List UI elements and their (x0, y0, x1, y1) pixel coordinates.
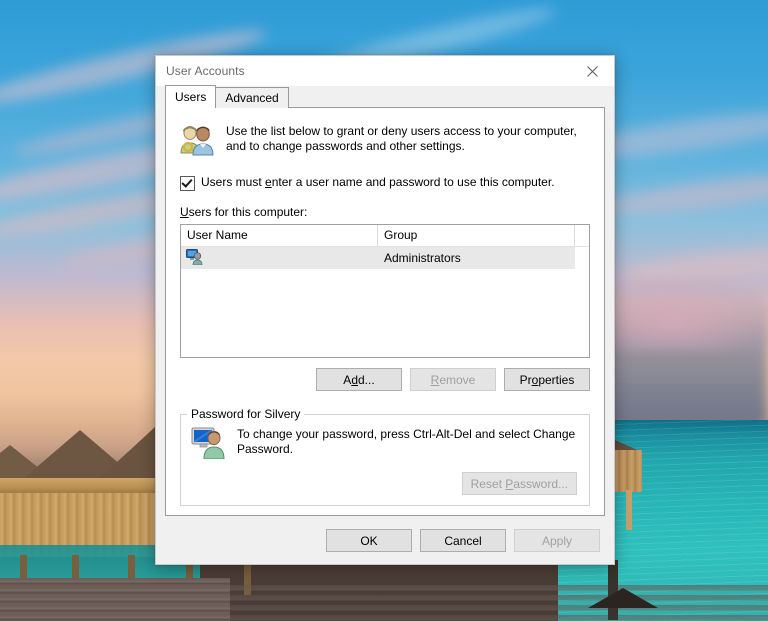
list-actions: Add... Remove Properties (166, 358, 604, 391)
hut-post (626, 490, 632, 530)
pier-post (608, 560, 618, 620)
cloud-streak (599, 165, 768, 221)
users-list-header: User Name Group (181, 225, 589, 247)
users-with-key-icon (178, 122, 216, 159)
users-list-label-accel: U (180, 205, 189, 219)
user-computer-icon (191, 425, 227, 462)
cell-group: Administrators (384, 251, 461, 265)
tab-strip: Users Advanced (156, 85, 614, 108)
intro-line1: Use the list below to grant or deny user… (226, 124, 577, 138)
dialog-footer: OK Cancel Apply (156, 517, 614, 552)
cloud-bank (608, 280, 768, 350)
users-list[interactable]: User Name Group Administrators (180, 224, 590, 358)
desktop-wallpaper: User Accounts Users Advanced Use the lis… (0, 0, 768, 621)
ok-button[interactable]: OK (326, 529, 412, 552)
remove-button[interactable]: Remove (410, 368, 496, 391)
intro-section: Use the list below to grant or deny user… (166, 108, 604, 159)
close-icon[interactable] (570, 56, 614, 86)
users-tab-page: Use the list below to grant or deny user… (165, 107, 605, 516)
require-login-checkbox-row[interactable]: Users must enter a user name and passwor… (166, 159, 604, 191)
password-group-legend: Password for Silvery (191, 407, 301, 421)
column-header-filler (575, 225, 589, 246)
password-group-actions: Reset Password... (181, 462, 589, 495)
require-login-checkbox[interactable] (180, 176, 195, 191)
password-line2: Password. (237, 442, 294, 456)
cancel-button[interactable]: Cancel (420, 529, 506, 552)
users-list-label: Users for this computer: (166, 191, 604, 224)
password-group-box: Password for Silvery To change your pass… (180, 407, 590, 506)
column-header-user-name[interactable]: User Name (181, 225, 378, 246)
intro-text: Use the list below to grant or deny user… (226, 122, 577, 159)
tab-advanced-label: Advanced (225, 91, 279, 105)
password-line1: To change your password, press Ctrl-Alt-… (237, 427, 576, 441)
user-computer-icon (186, 248, 204, 268)
window-title: User Accounts (166, 64, 245, 78)
title-bar: User Accounts (156, 56, 614, 86)
password-group-text: To change your password, press Ctrl-Alt-… (237, 425, 575, 462)
cell-user-name (181, 247, 378, 269)
require-login-checkbox-label: Users must enter a user name and passwor… (201, 175, 555, 189)
reset-password-button[interactable]: Reset Password... (461, 472, 577, 495)
properties-button[interactable]: Properties (504, 368, 590, 391)
apply-button[interactable]: Apply (514, 529, 600, 552)
user-accounts-dialog: User Accounts Users Advanced Use the lis… (155, 55, 615, 565)
intro-line2: and to change passwords and other settin… (226, 139, 465, 153)
table-row[interactable]: Administrators (181, 247, 575, 269)
wooden-deck (0, 578, 230, 621)
tab-advanced[interactable]: Advanced (215, 87, 289, 108)
add-button[interactable]: Add... (316, 368, 402, 391)
password-group-body: To change your password, press Ctrl-Alt-… (181, 421, 589, 462)
column-header-group[interactable]: Group (378, 225, 575, 246)
tab-users-label: Users (175, 90, 207, 104)
tab-users[interactable]: Users (165, 85, 217, 108)
users-list-label-rest: sers for this computer: (188, 205, 308, 219)
